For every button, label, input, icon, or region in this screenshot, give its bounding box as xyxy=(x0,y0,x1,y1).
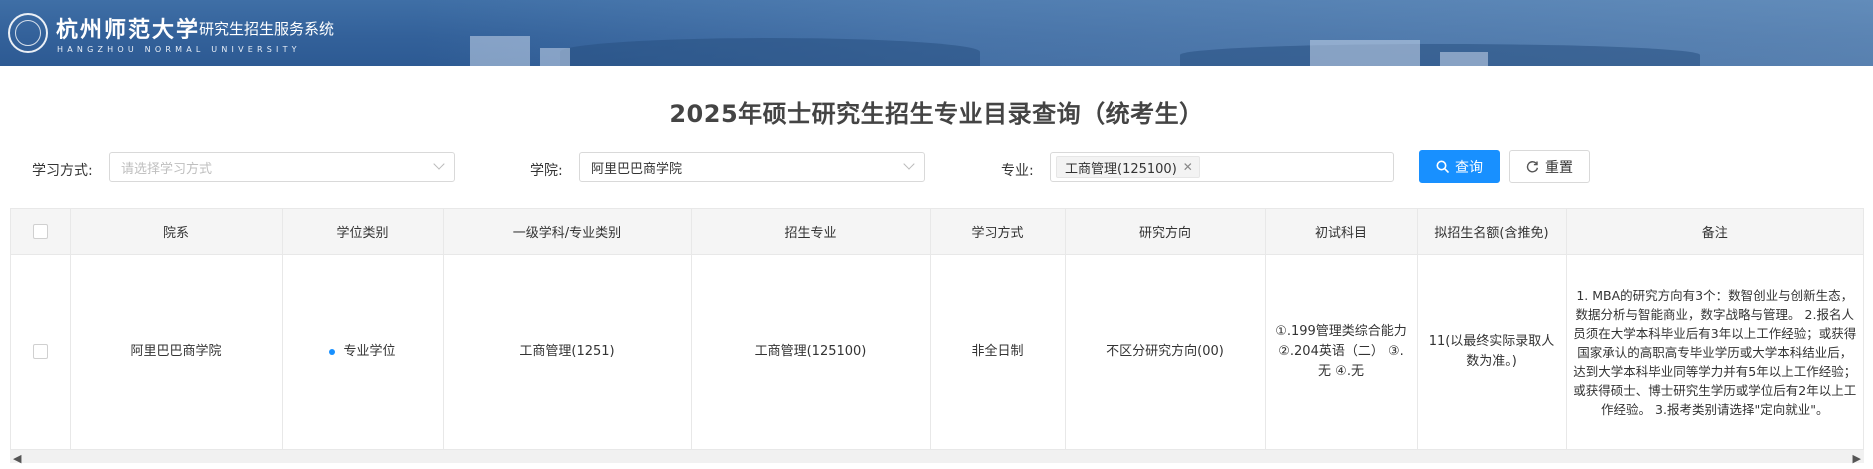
column-header: 学习方式 xyxy=(930,209,1066,255)
header-banner: 杭州师范大学 研究生招生服务系统 HANGZHOU NORMAL UNIVERS… xyxy=(0,0,1873,66)
college-value: 阿里巴巴商学院 xyxy=(591,161,683,177)
search-button-label: 查询 xyxy=(1455,159,1483,176)
university-name-en: HANGZHOU NORMAL UNIVERSITY xyxy=(57,45,301,54)
column-header: 一级学科/专业类别 xyxy=(443,209,692,255)
scroll-left-icon[interactable]: ◀ xyxy=(13,452,21,465)
search-button[interactable]: 查询 xyxy=(1419,150,1500,183)
chevron-down-icon xyxy=(433,158,445,170)
study-mode-cell: 非全日制 xyxy=(930,254,1066,449)
exam-subjects-cell: ①.199管理类综合能力 ②.204英语（二） ③.无 ④.无 xyxy=(1265,254,1418,449)
column-header: 备注 xyxy=(1566,209,1863,255)
remarks-cell: 1. MBA的研究方向有3个：数智创业与创新生态，数据分析与智能商业，数字战略与… xyxy=(1573,287,1857,417)
banner-building xyxy=(540,48,570,66)
scroll-right-icon[interactable]: ▶ xyxy=(1853,452,1861,465)
table-header-row: 院系 学位类别 一级学科/专业类别 招生专业 学习方式 研究方向 初试科目 拟招… xyxy=(11,209,1863,255)
banner-hill xyxy=(560,38,980,66)
college-select[interactable]: 阿里巴巴商学院 xyxy=(579,152,925,182)
major-label: 专业: xyxy=(1001,163,1034,179)
horizontal-scrollbar[interactable]: ◀ ▶ xyxy=(10,449,1864,465)
major-tag-label: 工商管理(125100) xyxy=(1065,161,1177,177)
close-icon[interactable]: ✕ xyxy=(1183,160,1193,174)
banner-building xyxy=(470,36,530,66)
search-icon xyxy=(1436,160,1449,173)
system-name: 研究生招生服务系统 xyxy=(199,20,335,38)
discipline-cell: 工商管理(1251) xyxy=(443,254,692,449)
quota-cell: 11(以最终实际录取人数为准。) xyxy=(1417,254,1567,449)
page-title: 2025年硕士研究生招生专业目录查询（统考生） xyxy=(669,100,1204,128)
college-label: 学院: xyxy=(530,163,563,179)
column-header: 招生专业 xyxy=(691,209,931,255)
banner-building xyxy=(1440,52,1488,66)
row-select-cell xyxy=(11,254,71,449)
banner-building xyxy=(1310,40,1420,66)
select-all-checkbox[interactable] xyxy=(32,224,48,239)
column-header: 学位类别 xyxy=(282,209,444,255)
department-cell: 阿里巴巴商学院 xyxy=(70,254,283,449)
results-table: 院系 学位类别 一级学科/专业类别 招生专业 学习方式 研究方向 初试科目 拟招… xyxy=(10,208,1864,463)
university-logo-icon xyxy=(8,13,48,53)
refresh-icon xyxy=(1526,161,1539,173)
degree-type-label: 专业学位 xyxy=(343,344,396,359)
table-row[interactable]: 阿里巴巴商学院 专业学位 工商管理(1251) 工商管理(125100) 非全日… xyxy=(11,254,1863,449)
study-mode-select[interactable]: 请选择学习方式 xyxy=(109,152,455,182)
select-all-cell xyxy=(11,209,71,255)
major-tag[interactable]: 工商管理(125100) ✕ xyxy=(1056,156,1200,178)
reset-button-label: 重置 xyxy=(1545,159,1573,176)
row-checkbox[interactable] xyxy=(32,344,48,359)
status-dot-icon xyxy=(329,348,336,355)
column-header: 院系 xyxy=(70,209,283,255)
column-header: 研究方向 xyxy=(1065,209,1266,255)
column-header: 初试科目 xyxy=(1265,209,1418,255)
degree-type-cell: 专业学位 xyxy=(282,254,444,449)
chevron-down-icon xyxy=(903,158,915,170)
study-mode-label: 学习方式: xyxy=(32,163,93,179)
major-cell: 工商管理(125100) xyxy=(691,254,931,449)
major-select[interactable]: 工商管理(125100) ✕ xyxy=(1050,152,1394,182)
university-name: 杭州师范大学 xyxy=(56,17,201,43)
direction-cell: 不区分研究方向(00) xyxy=(1065,254,1266,449)
reset-button[interactable]: 重置 xyxy=(1509,150,1590,183)
column-header: 拟招生名额(含推免) xyxy=(1417,209,1567,255)
study-mode-placeholder: 请选择学习方式 xyxy=(121,161,213,177)
